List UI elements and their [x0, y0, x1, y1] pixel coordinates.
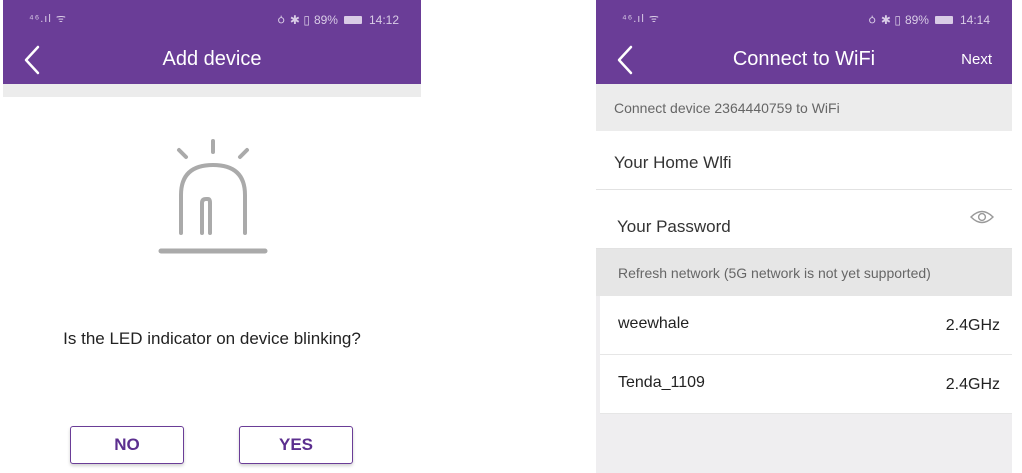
connect-wifi-screen: ⁴⁶.ıl ᯤ ㆁ ✱ ▯ 89% 14:14 Connect to WiFi … — [596, 0, 1012, 473]
system-icons: ㆁ ✱ ▯ — [866, 13, 901, 27]
refresh-network-label: Refresh network (5G network is not yet s… — [618, 265, 931, 281]
wifi-name-field[interactable]: Your Home Wlfi — [596, 131, 1012, 190]
nav-bar: Add device — [3, 36, 421, 84]
battery-icon — [343, 15, 362, 24]
network-band: 2.4GHz — [945, 317, 1000, 334]
system-icons: ㆁ ✱ ▯ — [275, 13, 310, 27]
password-placeholder: Your Password — [617, 217, 731, 236]
status-bar: ⁴⁶.ıl ᯤ ㆁ ✱ ▯ 89% 14:12 — [3, 0, 421, 36]
battery-icon — [934, 15, 953, 24]
network-row[interactable]: Tenda_1109 2.4GHz — [600, 355, 1012, 414]
connect-hint: Connect device 2364440759 to WiFi — [614, 100, 840, 116]
wifi-name-placeholder: Your Home Wlfi — [614, 153, 732, 172]
page-title: Connect to WiFi — [732, 48, 876, 70]
signal-indicator: ⁴⁶.ıl ᯤ — [29, 13, 67, 25]
refresh-network-button[interactable]: Refresh network (5G network is not yet s… — [596, 249, 1012, 296]
battery-percent: 89% — [904, 12, 929, 27]
signal-indicator: ⁴⁶.ıl ᯤ — [622, 13, 660, 25]
add-device-screen: ⁴⁶.ıl ᯤ ㆁ ✱ ▯ 89% 14:12 Add device Is th… — [3, 0, 421, 473]
no-button[interactable]: NO — [70, 426, 184, 464]
network-band: 2.4GHz — [945, 376, 1000, 393]
status-icons: ㆁ ✱ ▯ 89% 14:12 — [276, 11, 399, 28]
clock: 14:14 — [959, 12, 990, 27]
header-divider — [3, 84, 421, 97]
eye-icon[interactable] — [970, 208, 994, 226]
password-field[interactable]: Your Password — [596, 190, 1012, 249]
next-button[interactable]: Next — [961, 51, 992, 68]
page-title: Add device — [162, 48, 262, 70]
led-question: Is the LED indicator on device blinking? — [63, 329, 361, 348]
alarm-light-icon — [158, 139, 268, 254]
yes-button[interactable]: YES — [239, 426, 353, 464]
nav-bar: Connect to WiFi Next — [596, 36, 1012, 84]
network-row[interactable]: weewhale 2.4GHz — [600, 296, 1012, 355]
status-bar: ⁴⁶.ıl ᯤ ㆁ ✱ ▯ 89% 14:14 — [596, 0, 1012, 36]
network-name: Tenda_1109 — [618, 374, 705, 391]
status-icons: ㆁ ✱ ▯ 89% 14:14 — [867, 11, 990, 28]
battery-percent: 89% — [313, 12, 338, 27]
clock: 14:12 — [368, 12, 399, 27]
connect-hint-band: Connect device 2364440759 to WiFi — [596, 84, 1012, 131]
network-name: weewhale — [618, 315, 690, 332]
